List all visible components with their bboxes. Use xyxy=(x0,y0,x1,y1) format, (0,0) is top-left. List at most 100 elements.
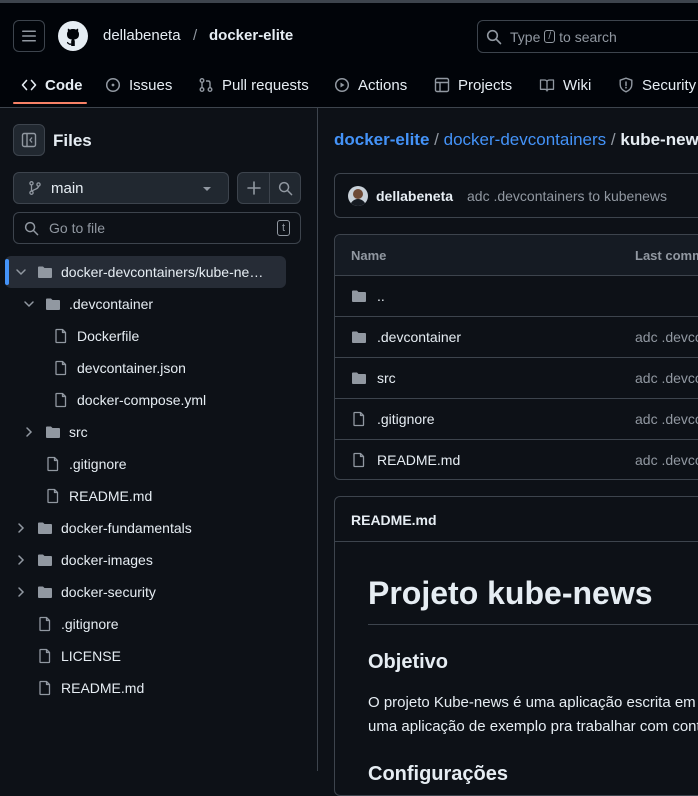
folder-icon xyxy=(352,372,366,384)
file-icon xyxy=(353,452,365,468)
breadcrumb-repo-link[interactable]: docker-elite xyxy=(334,130,429,149)
tree-item-folder[interactable]: docker-devcontainers/kube-ne… xyxy=(0,256,318,288)
tab-projects[interactable]: Projects xyxy=(434,70,512,100)
tree-item-label: docker-devcontainers/kube-ne… xyxy=(61,264,264,280)
path-breadcrumb: docker-elite / docker-devcontainers / ku… xyxy=(334,130,698,150)
file-icon xyxy=(39,648,51,664)
chevron-right-icon xyxy=(18,587,25,597)
table-icon xyxy=(434,77,450,93)
search-suffix: to search xyxy=(559,28,617,45)
table-row[interactable]: .. xyxy=(335,275,698,316)
tab-security[interactable]: Security xyxy=(618,70,696,100)
go-to-file-input[interactable]: Go to file t xyxy=(13,212,301,244)
breadcrumb-separator: / xyxy=(434,130,439,149)
tree-item-folder[interactable]: src xyxy=(0,416,318,448)
repo-link[interactable]: docker-elite xyxy=(209,27,293,45)
owner-link[interactable]: dellabeneta xyxy=(103,27,181,45)
file-tree-sidebar: Files main Go to file t docker-devcontai… xyxy=(0,108,318,771)
tab-pull-requests-label: Pull requests xyxy=(222,76,309,94)
tree-item-label: .gitignore xyxy=(69,456,127,472)
tab-issues[interactable]: Issues xyxy=(105,70,172,100)
tree-item-label: README.md xyxy=(61,680,145,696)
avatar[interactable] xyxy=(348,186,368,206)
search-prefix: Type xyxy=(510,28,541,45)
tree-item-file[interactable]: README.md xyxy=(0,672,318,704)
tree-item-folder[interactable]: docker-fundamentals xyxy=(0,512,318,544)
row-name[interactable]: .gitignore xyxy=(377,411,435,427)
collapse-sidebar-button[interactable] xyxy=(13,124,45,156)
breadcrumb-folder-link[interactable]: docker-devcontainers xyxy=(444,130,607,149)
row-commit[interactable]: adc .devcontainers to kubenews xyxy=(635,411,698,427)
action-buttons-group xyxy=(237,172,301,204)
tree-item-file[interactable]: .gitignore xyxy=(0,608,318,640)
github-logo-icon[interactable] xyxy=(57,20,89,52)
branch-select-button[interactable]: main xyxy=(13,172,229,204)
file-icon xyxy=(39,680,51,696)
table-header: Name Last commit message xyxy=(335,235,698,275)
file-tree: docker-devcontainers/kube-ne… .devcontai… xyxy=(0,256,318,704)
file-icon xyxy=(55,392,67,408)
file-table: Name Last commit message .. .devcontaine… xyxy=(334,234,698,480)
breadcrumb-separator: / xyxy=(193,27,198,44)
row-commit[interactable]: adc .devcontainers to kubenews xyxy=(635,329,698,345)
readme-tab[interactable]: README.md xyxy=(351,512,437,528)
commit-message[interactable]: adc .devcontainers to kubenews xyxy=(467,188,667,204)
latest-commit-bar: dellabeneta adc .devcontainers to kubene… xyxy=(334,173,698,218)
file-icon xyxy=(353,411,365,427)
chevron-right-icon xyxy=(18,523,25,533)
tree-item-label: devcontainer.json xyxy=(77,360,186,376)
issue-icon xyxy=(105,77,121,93)
commit-author[interactable]: dellabeneta xyxy=(376,188,453,204)
table-row[interactable]: src adc .devcontainers to kubenews xyxy=(335,357,698,398)
row-name[interactable]: src xyxy=(377,370,396,386)
tab-wiki[interactable]: Wiki xyxy=(539,70,591,100)
tab-security-label: Security xyxy=(642,76,697,94)
row-commit[interactable]: adc .devcontainers to kubenews xyxy=(635,452,698,468)
table-row[interactable]: .devcontainer adc .devcontainers to kube… xyxy=(335,316,698,357)
readme-paragraph-line: O projeto Kube-news é uma aplicação escr… xyxy=(368,694,698,711)
tree-item-folder[interactable]: docker-images xyxy=(0,544,318,576)
sidebar-collapse-icon xyxy=(21,132,37,148)
tab-pull-requests[interactable]: Pull requests xyxy=(198,70,309,100)
row-commit[interactable]: adc .devcontainers to kubenews xyxy=(635,370,698,386)
go-to-file-shortcut: t xyxy=(276,220,290,236)
tab-code[interactable]: Code xyxy=(21,70,83,100)
tree-item-file[interactable]: LICENSE xyxy=(0,640,318,672)
file-icon xyxy=(55,360,67,376)
breadcrumb-separator: / xyxy=(610,130,616,149)
search-input[interactable]: Type / to search xyxy=(477,20,698,53)
tree-item-file[interactable]: docker-compose.yml xyxy=(0,384,318,416)
table-row[interactable]: README.md adc .devcontainers to kubenews xyxy=(335,439,698,479)
caret-down-icon xyxy=(203,187,211,191)
breadcrumb-current: kube-news xyxy=(620,130,698,149)
chevron-down-icon xyxy=(24,301,34,308)
readme-heading-config: Configurações xyxy=(368,763,509,785)
menu-button[interactable] xyxy=(13,20,45,52)
tree-item-file[interactable]: README.md xyxy=(0,480,318,512)
row-name[interactable]: .. xyxy=(377,288,385,304)
tree-item-folder[interactable]: docker-security xyxy=(0,576,318,608)
chevron-down-icon xyxy=(16,269,26,276)
row-name[interactable]: .devcontainer xyxy=(377,329,461,345)
active-tab-indicator xyxy=(13,102,87,104)
tree-item-file[interactable]: Dockerfile xyxy=(0,320,318,352)
file-icon xyxy=(47,456,59,472)
readme-paragraph-line: uma aplicação de exemplo pra trabalhar c… xyxy=(368,718,698,735)
table-row[interactable]: .gitignore adc .devcontainers to kubenew… xyxy=(335,398,698,439)
readme-heading-objective: Objetivo xyxy=(368,651,449,673)
branch-icon xyxy=(29,181,41,195)
file-icon xyxy=(47,488,59,504)
tree-item-file[interactable]: .gitignore xyxy=(0,448,318,480)
tree-item-label: docker-fundamentals xyxy=(61,520,192,536)
row-name[interactable]: README.md xyxy=(377,452,460,468)
search-files-button[interactable] xyxy=(270,173,300,203)
tree-item-file[interactable]: devcontainer.json xyxy=(0,352,318,384)
tree-item-folder[interactable]: .devcontainer xyxy=(0,288,318,320)
header: dellabeneta / docker-elite Type / to sea… xyxy=(0,3,698,108)
search-icon xyxy=(486,29,502,44)
add-file-button[interactable] xyxy=(238,173,270,203)
search-shortcut-key: / xyxy=(544,30,556,43)
tree-item-label: README.md xyxy=(69,488,153,504)
go-to-file-placeholder: Go to file xyxy=(49,220,106,236)
tab-actions[interactable]: Actions xyxy=(334,70,407,100)
